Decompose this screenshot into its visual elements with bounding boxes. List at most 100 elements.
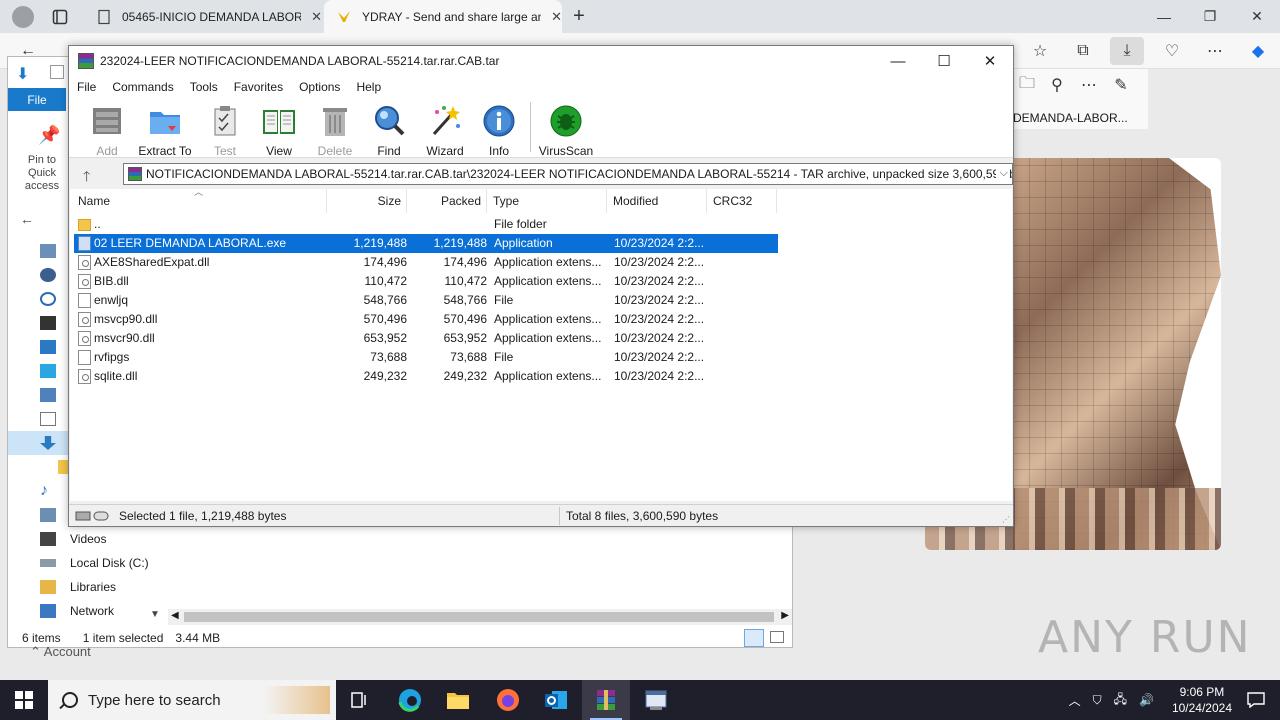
archive-path-field[interactable]: NOTIFICACIONDEMANDA LABORAL-55214.tar.ra… xyxy=(123,163,1013,185)
copilot-icon[interactable]: ◆ xyxy=(1248,41,1268,61)
cell-modified: 10/23/2024 2:2... xyxy=(614,293,705,307)
chevron-down-icon[interactable]: ⌵ xyxy=(995,167,1008,180)
table-row[interactable]: BIB.dll 110,472 110,472 Application extens.… xyxy=(74,272,778,291)
favorite-icon[interactable]: ☆ xyxy=(1030,41,1050,61)
scroll-right-icon[interactable]: ▶ xyxy=(781,610,789,621)
find-button[interactable]: Find xyxy=(359,102,419,158)
pin-icon[interactable]: ✎ xyxy=(1111,75,1131,95)
downloads-icon[interactable]: ⤓ xyxy=(1110,37,1144,65)
minimize-icon[interactable]: — xyxy=(1141,0,1187,33)
firefox-taskbar-button[interactable] xyxy=(484,680,532,720)
close-tab-icon[interactable]: ✕ xyxy=(311,9,322,25)
resize-grip-icon[interactable]: ⋰ xyxy=(1002,515,1010,524)
column-header-type[interactable]: Type xyxy=(487,189,607,213)
column-header-name[interactable]: Name ︿ xyxy=(70,187,327,213)
scrollbar-thumb[interactable] xyxy=(184,612,774,622)
large-icons-view-icon[interactable] xyxy=(770,631,784,643)
winrar-taskbar-button[interactable] xyxy=(582,680,630,720)
up-folder-icon[interactable]: 🡑 xyxy=(83,166,90,190)
pin-quick-access-button[interactable]: Pin to Quick access xyxy=(13,154,71,193)
chevron-up-icon[interactable]: ︿ xyxy=(1069,692,1081,709)
new-tab-icon[interactable]: + xyxy=(569,5,589,27)
outlook-taskbar-button[interactable] xyxy=(532,680,580,720)
column-header-size[interactable]: Size xyxy=(327,189,407,213)
tab-actions-icon[interactable] xyxy=(50,7,70,27)
search-icon[interactable]: ⚲ xyxy=(1047,75,1067,95)
table-row[interactable]: .. File folder xyxy=(74,215,778,234)
ydray-logo-icon xyxy=(336,9,352,25)
profile-icon[interactable] xyxy=(12,6,34,28)
performance-icon[interactable]: ♡ xyxy=(1162,41,1182,61)
table-row[interactable]: AXE8SharedExpat.dll 174,496 174,496 Applica… xyxy=(74,253,778,272)
scroll-left-icon[interactable]: ◀ xyxy=(171,610,179,621)
file-explorer-taskbar-button[interactable] xyxy=(434,680,482,720)
nav-item-local-disk[interactable]: Local Disk (C:) xyxy=(8,551,166,575)
volume-icon[interactable]: 🔊 xyxy=(1139,693,1154,707)
clock[interactable]: 9:06 PM 10/24/2024 xyxy=(1172,684,1232,716)
edge-taskbar-button[interactable] xyxy=(386,680,434,720)
menu-options[interactable]: Options xyxy=(299,80,340,94)
info-button[interactable]: Info xyxy=(469,102,529,158)
column-header-modified[interactable]: Modified xyxy=(607,189,707,213)
close-icon[interactable]: ✕ xyxy=(967,46,1013,76)
outlook-icon xyxy=(545,691,567,709)
menu-favorites[interactable]: Favorites xyxy=(234,80,283,94)
open-folder-icon[interactable]: 🗀 xyxy=(1017,75,1037,95)
nav-item-libraries[interactable]: Libraries xyxy=(8,575,166,599)
menu-file[interactable]: File xyxy=(77,80,96,94)
minimize-icon[interactable]: — xyxy=(875,46,921,76)
more-icon[interactable]: ⋯ xyxy=(1205,41,1225,61)
scroll-down-icon[interactable]: ▼ xyxy=(150,609,160,620)
table-row[interactable]: msvcr90.dll 653,952 653,952 Application ext… xyxy=(74,329,778,348)
collections-icon[interactable]: ⧉ xyxy=(1073,41,1093,61)
firefox-icon xyxy=(497,689,519,711)
table-row[interactable]: enwljq 548,766 548,766 File 10/23/2024 2:2..… xyxy=(74,291,778,310)
column-header-crc32[interactable]: CRC32 xyxy=(707,189,777,213)
details-view-icon[interactable] xyxy=(744,629,764,647)
tab-inicio-demanda[interactable]: 05465-INICIO DEMANDA LABORAL ✕ xyxy=(84,0,322,33)
close-tab-icon[interactable]: ✕ xyxy=(551,9,562,25)
status-separator xyxy=(559,507,560,525)
menu-help[interactable]: Help xyxy=(356,80,381,94)
taskbar-search-box[interactable]: Type here to search xyxy=(48,680,336,720)
table-row[interactable]: msvcp90.dll 570,496 570,496 Application ext… xyxy=(74,310,778,329)
account-link[interactable]: ⌃ Account xyxy=(30,644,91,660)
cell-name: msvcr90.dll xyxy=(94,331,155,345)
table-row[interactable]: sqlite.dll 249,232 249,232 Application exte… xyxy=(74,367,778,386)
winrar-menubar: File Commands Tools Favorites Options He… xyxy=(69,76,1013,98)
table-row[interactable]: 02 LEER DEMANDA LABORAL.exe 1,219,488 1,21… xyxy=(74,234,778,253)
security-icon[interactable]: ⛉ xyxy=(1093,693,1102,708)
tool-label: Find xyxy=(377,144,401,158)
nav-item-network[interactable]: Network xyxy=(8,599,166,623)
cell-size: 1,219,488 xyxy=(353,236,407,250)
item-count: 6 items xyxy=(22,631,61,645)
app-taskbar-button[interactable] xyxy=(632,680,680,720)
tab-ydray[interactable]: YDRAY - Send and share large and ✕ xyxy=(324,0,562,33)
notifications-button[interactable] xyxy=(1232,680,1280,720)
view-button[interactable]: View xyxy=(249,102,309,158)
test-button[interactable]: Test xyxy=(195,102,255,158)
task-view-button[interactable] xyxy=(336,680,384,720)
close-window-icon[interactable]: ✕ xyxy=(1234,0,1280,33)
column-header-packed[interactable]: Packed xyxy=(407,189,487,213)
start-button[interactable] xyxy=(0,680,48,720)
cell-packed: 110,472 xyxy=(444,274,488,288)
delete-button[interactable]: Delete xyxy=(305,102,365,158)
system-tray: ︿ ⛉ 🖧 🔊 9:06 PM 10/24/2024 xyxy=(1063,680,1232,720)
menu-tools[interactable]: Tools xyxy=(190,80,218,94)
download-filename[interactable]: DEMANDA-LABOR... xyxy=(1013,111,1128,125)
horizontal-scrollbar[interactable]: ◀ ▶ xyxy=(168,609,792,625)
menu-commands[interactable]: Commands xyxy=(112,80,173,94)
virusscan-button[interactable]: VirusScan xyxy=(535,102,597,158)
extract-icon xyxy=(150,112,180,134)
extract-to-button[interactable]: Extract To xyxy=(135,102,195,158)
maximize-icon[interactable]: ☐ xyxy=(921,46,967,76)
restore-icon[interactable]: ❐ xyxy=(1187,0,1233,33)
add-button[interactable]: Add xyxy=(77,102,137,158)
explorer-file-tab[interactable]: File xyxy=(8,88,66,111)
more-icon[interactable]: ⋯ xyxy=(1079,75,1099,95)
network-icon[interactable]: 🖧 xyxy=(1114,690,1127,711)
nav-item-videos[interactable]: Videos xyxy=(8,527,166,551)
table-row[interactable]: rvfipgs 73,688 73,688 File 10/23/2024 2:2... xyxy=(74,348,778,367)
wizard-button[interactable]: Wizard xyxy=(415,102,475,158)
